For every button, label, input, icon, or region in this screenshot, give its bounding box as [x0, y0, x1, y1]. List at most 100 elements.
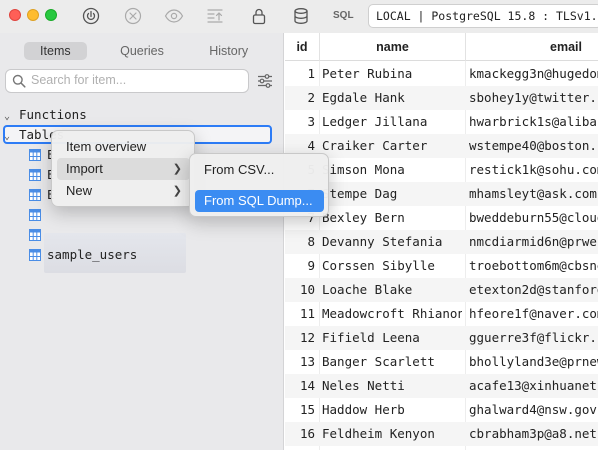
cell-id: 13 — [299, 354, 315, 369]
cell-email: bweddeburn55@cloudflare.com — [469, 210, 598, 225]
close-circle-icon[interactable] — [122, 5, 144, 27]
table-row[interactable]: 4Craiker Carterwstempe40@boston.com — [285, 134, 598, 158]
cell-email: gguerre3f@flickr.com — [469, 330, 598, 345]
cell-name: Fifield Leena — [322, 330, 420, 345]
close-window-button[interactable] — [9, 9, 21, 21]
menu-item-from-csv[interactable]: From CSV... — [195, 159, 324, 181]
table-row[interactable]: 1 Peter Rubina kmackegg3n@hugedomains.com — [285, 62, 598, 86]
cell-name: Banger Scarlett — [322, 354, 435, 369]
cell-name: Loache Blake — [322, 282, 413, 297]
context-menu: Item overview Import ❯ New ❯ — [51, 130, 195, 207]
sql-editor-button[interactable]: SQL — [333, 10, 354, 21]
tab-items-label: Items — [24, 42, 87, 60]
menu-item-overview[interactable]: Item overview — [57, 136, 190, 158]
cell-email: cbrabham3p@a8.net — [469, 426, 597, 441]
chevron-down-icon: ⌄ — [3, 111, 11, 122]
menu-item-import-label: Import — [66, 161, 103, 176]
menu-item-import[interactable]: Import ❯ — [57, 158, 190, 180]
cell-id: 16 — [299, 426, 315, 441]
chevron-right-icon: ❯ — [172, 185, 182, 197]
column-header-email[interactable]: email — [466, 33, 598, 61]
tab-items[interactable]: Items — [12, 41, 99, 61]
tab-history[interactable]: History — [185, 41, 272, 61]
cell-name: Egdale Hank — [322, 90, 405, 105]
cell-name: Devanny Stefania — [322, 234, 443, 249]
cell-name: Corssen Sibylle — [322, 258, 435, 273]
table-icon — [29, 189, 41, 201]
table-row[interactable]: 12 Fifield Leena gguerre3f@flickr.com — [285, 326, 598, 350]
tree-functions[interactable]: ⌄ Functions — [0, 105, 87, 125]
table-icon — [29, 169, 41, 181]
table-row[interactable]: 8 Devanny Stefania nmcdiarmid6n@prweb.com — [285, 230, 598, 254]
table-row[interactable]: 9 Corssen Sibylle troebottom6m@cbsnews.com — [285, 254, 598, 278]
table-row[interactable]: 11 Meadowcroft Rhianon hfeore1f@naver.com — [285, 302, 598, 326]
cell-email: wstempe40@boston.com — [469, 138, 598, 153]
connection-status: LOCAL | PostgreSQL 15.8 : TLSv1.3 — [368, 4, 598, 28]
table-row[interactable]: 7Stempe Dagmhamsleyt@ask.com — [285, 182, 598, 206]
cell-name: Peter Rubina — [322, 66, 413, 81]
filter-settings-icon[interactable] — [257, 73, 273, 89]
power-icon[interactable] — [80, 5, 102, 27]
cell-id: 9 — [307, 258, 315, 273]
cell-name: Neles Netti — [322, 378, 405, 393]
zoom-window-button[interactable] — [45, 9, 57, 21]
table-row[interactable]: 13 Banger Scarlett bhollyland3e@prnewswire… — [285, 350, 598, 374]
cell-name: Meadowcroft Rhianon — [322, 306, 462, 321]
cell-id: 8 — [307, 234, 315, 249]
chevron-right-icon: ❯ — [172, 163, 182, 175]
eye-icon[interactable] — [163, 5, 185, 27]
cell-email: ghalward4@nsw.gov.au — [469, 402, 598, 417]
menu-item-from-sql-dump[interactable]: From SQL Dump... — [195, 190, 324, 212]
column-header-name[interactable]: name — [320, 33, 466, 61]
sidebar: Items Queries History ⌄Functions ⌄Tables… — [0, 33, 284, 450]
lock-icon[interactable] — [248, 5, 270, 27]
table-row[interactable]: 5Simson Monarestick1k@sohu.com — [285, 158, 598, 182]
menu-item-overview-label: Item overview — [66, 139, 147, 154]
table-row[interactable]: 15 Haddow Herb ghalward4@nsw.gov.au — [285, 398, 598, 422]
cell-name: Bexley Bern — [322, 210, 405, 225]
table-row[interactable]: 3 Ledger Jillana hwarbrick1s@alibaba.com — [285, 110, 598, 134]
cell-name: Stempe Dag — [322, 186, 398, 201]
search-icon — [12, 74, 26, 88]
cell-id: 3 — [307, 114, 315, 129]
table-row[interactable]: 7Bexley Bernbweddeburn55@cloudflare.com — [285, 206, 598, 230]
table-icon — [29, 149, 41, 161]
cell-id: 15 — [299, 402, 315, 417]
search-box — [5, 69, 249, 93]
minimize-window-button[interactable] — [27, 9, 39, 21]
table-icon — [29, 209, 41, 221]
cell-name: Feldheim Kenyon — [322, 426, 435, 441]
column-header-id[interactable]: id — [285, 33, 320, 61]
cell-name: Ledger Jillana — [322, 114, 428, 129]
grid-rows: 1 Peter Rubina kmackegg3n@hugedomains.com 2… — [285, 62, 598, 446]
table-icon — [29, 229, 41, 241]
cell-id: 14 — [299, 378, 315, 393]
table-row[interactable]: 14 Neles Netti acafe13@xinhuanet.com — [285, 374, 598, 398]
menu-item-new[interactable]: New ❯ — [57, 180, 190, 202]
cell-email: bhollyland3e@prnewswire.com — [469, 354, 598, 369]
cell-email: restick1k@sohu.com — [469, 162, 598, 177]
cell-id: 10 — [299, 282, 315, 297]
menu-item-new-label: New — [66, 183, 93, 198]
import-export-icon[interactable] — [204, 5, 226, 27]
cell-email: hwarbrick1s@alibaba.com — [469, 114, 598, 129]
table-row[interactable]: 2 Egdale Hank sbohey1y@twitter.com — [285, 86, 598, 110]
chevron-down-icon: ⌄ — [3, 131, 11, 142]
cell-email: nmcdiarmid6n@prweb.com — [469, 234, 598, 249]
tab-queries[interactable]: Queries — [99, 41, 186, 61]
sidebar-tabs: Items Queries History — [12, 41, 272, 61]
cell-email: acafe13@xinhuanet.com — [469, 378, 598, 393]
database-icon[interactable] — [290, 5, 312, 27]
import-submenu: From CSV... From SQL Dump... — [189, 153, 329, 217]
cell-name: Craiker Carter — [322, 138, 428, 153]
cell-id: 11 — [299, 306, 315, 321]
table-row[interactable]: 16 Feldheim Kenyon cbrabham3p@a8.net — [285, 422, 598, 446]
tree-functions-label: Functions — [19, 107, 87, 122]
cell-email: hfeore1f@naver.com — [469, 306, 598, 321]
search-input[interactable] — [31, 73, 241, 87]
window-toolbar: SQL LOCAL | PostgreSQL 15.8 : TLSv1.3 — [0, 0, 598, 33]
data-grid: id name email 1 Peter Rubina kmackegg3n@hu… — [285, 33, 598, 450]
table-icon — [29, 249, 41, 261]
cell-email: troebottom6m@cbsnews.com — [469, 258, 598, 273]
table-row[interactable]: 10 Loache Blake etexton2d@stanford.edu — [285, 278, 598, 302]
